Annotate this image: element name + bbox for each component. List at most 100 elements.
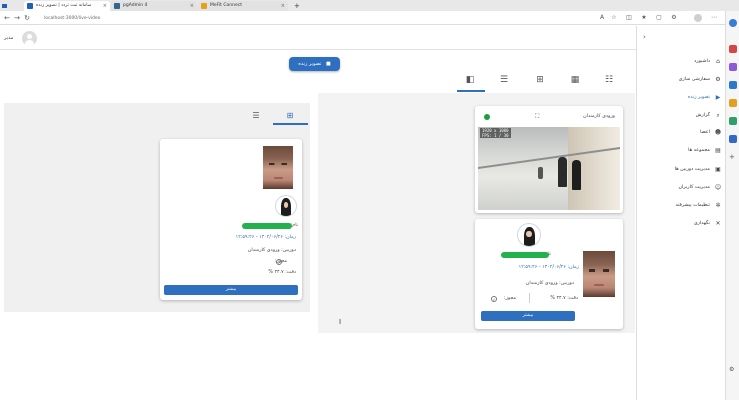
camera-feed[interactable]: 1920 x 1080 FPS: 1 / 30 [478, 127, 620, 210]
close-icon[interactable]: × [103, 1, 107, 11]
divider [529, 293, 530, 303]
sidebar-item-advanced-settings[interactable]: تنظیمات پیشرفته ✲ [637, 201, 726, 213]
video-camera-icon: ■ [325, 61, 331, 67]
sidebar-item-label: مدیریت دوربین ها [674, 167, 710, 172]
sidebar-settings-icon[interactable]: ⚙ [729, 366, 734, 373]
avatar[interactable] [22, 31, 37, 46]
extensions-icon[interactable]: ⚙ [670, 14, 678, 22]
camera-status-dot [484, 114, 490, 120]
outlook-icon[interactable] [729, 81, 737, 89]
view-rows-icon[interactable]: ☰ [251, 111, 261, 121]
live-video-button-label: تصویر زنده [298, 61, 322, 67]
camera-fps: FPS: 1 / 30 [482, 133, 509, 138]
settings-icon: ✲ [715, 202, 721, 209]
favorite-icon[interactable]: ☆ [610, 14, 618, 22]
username: مدیر [4, 35, 14, 41]
tools-icon[interactable] [729, 63, 737, 71]
read-aloud-icon[interactable]: A [598, 14, 606, 22]
name-value [501, 252, 549, 258]
favorites-bar-icon[interactable]: ★ [640, 14, 648, 22]
live-video-button[interactable]: تصویر زنده ■ [289, 57, 340, 71]
detection-time: زمان: ۱۴۰۲/۰۶/۲۶ - ۱۲:۵۹:۲۶ [235, 235, 296, 240]
more-button[interactable]: بیشتر [481, 311, 575, 321]
more-button[interactable]: بیشتر [164, 285, 298, 295]
sidebar-item-report[interactable]: گزارش ⌕ [637, 111, 726, 123]
sidebar-item-customization[interactable]: سفارشی سازی ⚙ [637, 75, 726, 87]
mouse-cursor-icon: I [339, 318, 342, 326]
sidebar-item-live-video[interactable]: تصویر زنده ▶ [637, 93, 726, 105]
sidebar-item-label: تنظیمات پیشرفته [675, 203, 710, 208]
active-layout-indicator [457, 90, 485, 92]
gear-icon: ⚙ [715, 76, 721, 83]
camera-name: ورودی کارمندان [583, 114, 615, 119]
sidebar-item-collections[interactable]: مجموعه ها ▤ [637, 146, 726, 158]
sidebar-item-camera-management[interactable]: مدیریت دوربین ها ▣ [637, 165, 726, 177]
sidebar-item-maintenance[interactable]: نگهداری ✕ [637, 219, 726, 231]
tab-label: سامانه ثبت تردد | تصویر زنده [36, 3, 92, 8]
browser-menu-icon[interactable] [0, 1, 8, 11]
member-photo [275, 195, 297, 217]
camera-card: ⛶ ورودی کارمندان 1920 x 1080 FPS: 1 / 30 [475, 106, 623, 213]
layout-split-icon[interactable]: ◧ [464, 74, 476, 86]
sidebar-item-label: سفارشی سازی [678, 77, 710, 82]
sidebar: › داشبورد ⌂ سفارشی سازی ⚙ تصویر زنده ▶ گ… [636, 26, 725, 400]
search-icon: ⌕ [716, 112, 720, 119]
games-icon[interactable] [729, 99, 737, 107]
split-screen-icon[interactable]: ◫ [625, 14, 633, 22]
app-header: مدیر [0, 26, 636, 50]
layout-rows-icon[interactable]: ☰ [498, 74, 510, 86]
word-icon[interactable] [729, 135, 737, 143]
tab-label: MeFit Connect [210, 3, 242, 8]
browser-side-bar: + ⚙ [725, 11, 739, 400]
tab-favicon-icon [114, 3, 120, 9]
home-icon: ⌂ [716, 58, 720, 65]
detection-permit-label: مجوز: [503, 296, 516, 301]
shopping-icon[interactable] [729, 45, 737, 53]
active-view-indicator [273, 123, 308, 125]
detection-card-left: نام: زمان: ۱۴۰۲/۰۶/۲۶ - ۱۲:۵۹:۲۶ دوربین:… [160, 139, 302, 300]
captured-face-image [583, 251, 615, 297]
layout-list-icon[interactable]: ☷ [603, 74, 615, 86]
add-icon[interactable]: + [729, 153, 735, 161]
camera-icon: ▶ [715, 94, 721, 101]
name-value [242, 223, 292, 229]
forward-icon[interactable]: → [12, 13, 22, 23]
tab-mefit[interactable]: MeFit Connect × [198, 1, 288, 11]
detection-accuracy: دقت: ۴۴.۷ % [268, 270, 296, 275]
tab-pgadmin[interactable]: pgAdmin 4 × [111, 1, 197, 11]
sidebar-item-label: مجموعه ها [688, 148, 710, 153]
more-menu-icon[interactable]: ⋯ [710, 14, 718, 22]
copilot-icon[interactable] [729, 19, 737, 27]
user-cog-icon: ☺ [714, 184, 722, 191]
video-icon: ▣ [715, 166, 721, 173]
tab-favicon-icon [201, 3, 207, 9]
browser-tab-bar: سامانه ثبت تردد | تصویر زنده × pgAdmin 4… [0, 0, 739, 11]
tab-live-video[interactable]: سامانه ثبت تردد | تصویر زنده × [24, 1, 110, 11]
camera-overlay: 1920 x 1080 FPS: 1 / 30 [480, 128, 511, 138]
collections-icon[interactable]: ▢ [655, 14, 663, 22]
view-grid-icon[interactable]: ⊞ [285, 111, 295, 121]
new-tab-button[interactable]: + [292, 1, 302, 11]
detection-time: زمان: ۱۴۰۲/۰۶/۲۶ - ۱۲:۵۹:۲۶ [518, 265, 579, 270]
detection-card-right: نام: زمان: ۱۴۰۲/۰۶/۲۶ - ۱۲:۵۹:۲۶ دوربین:… [475, 219, 623, 329]
collapse-sidebar-icon[interactable]: › [643, 33, 646, 41]
layout-grid-9-icon[interactable]: ▦ [569, 74, 581, 86]
back-icon[interactable]: ← [2, 13, 12, 23]
permit-check-icon: ✓ [276, 259, 282, 265]
url-input[interactable]: localhost:3000/live-video [34, 14, 594, 23]
office-icon[interactable] [729, 117, 737, 125]
sidebar-item-user-management[interactable]: مدیریت کاربران ☺ [637, 183, 726, 195]
fullscreen-icon[interactable]: ⛶ [535, 113, 539, 121]
sidebar-item-members[interactable]: اعضا ☻ [637, 128, 726, 140]
sidebar-item-label: اعضا [700, 130, 710, 135]
layout-grid-4-icon[interactable]: ⊞ [534, 74, 546, 86]
folder-icon: ▤ [715, 147, 721, 154]
refresh-icon[interactable]: ↻ [22, 13, 32, 23]
close-icon[interactable]: × [281, 1, 285, 11]
sidebar-item-label: داشبورد [694, 59, 710, 64]
wrench-icon: ✕ [715, 220, 721, 227]
permit-check-icon: ✓ [491, 296, 497, 302]
profile-avatar[interactable] [694, 14, 702, 22]
close-icon[interactable]: × [190, 1, 194, 11]
sidebar-item-dashboard[interactable]: داشبورد ⌂ [637, 57, 726, 69]
